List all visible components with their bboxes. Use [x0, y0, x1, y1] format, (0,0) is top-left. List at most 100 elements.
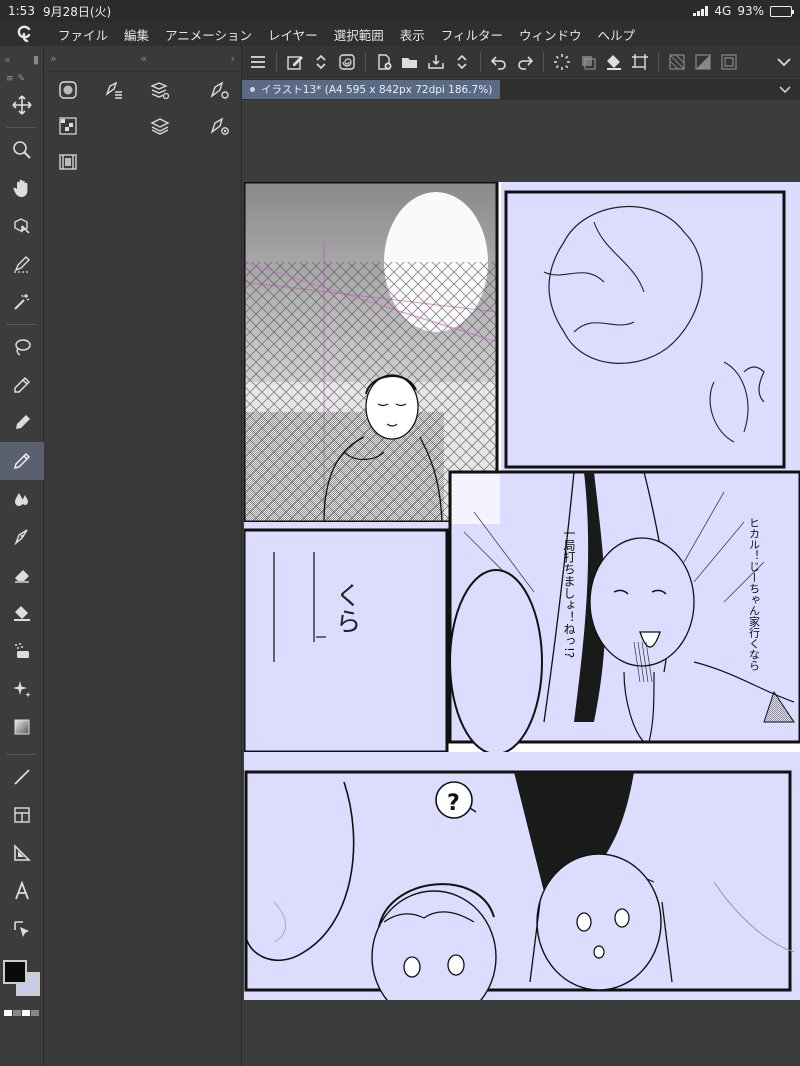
crop-button[interactable] — [628, 50, 652, 74]
undo-button[interactable] — [487, 50, 511, 74]
tool-blend[interactable] — [0, 480, 44, 518]
document-tab-bar: イラスト13* (A4 595 x 842px 72dpi 186.7%) — [242, 79, 800, 100]
edit-square-icon — [287, 56, 303, 70]
circle-layer-icon — [59, 81, 77, 99]
collapse-left-icon[interactable]: « — [140, 52, 147, 65]
status-bar: 1:53 9月28日(火) 4G 93% — [0, 0, 800, 22]
save-button[interactable] — [424, 50, 448, 74]
panel-5: ? — [244, 752, 800, 1000]
ruler-icon — [14, 844, 31, 861]
tool-hand[interactable] — [0, 169, 44, 207]
tool-lasso[interactable] — [0, 328, 44, 366]
canvas-area[interactable]: くら 一局打ちましょ！ねっ!? ヒカル！じーちゃん家行くなら ? — [242, 100, 800, 1066]
frame-icon — [721, 54, 737, 70]
main-color-swatch[interactable] — [3, 960, 27, 984]
app-logo-icon[interactable] — [0, 25, 50, 43]
tool-select-pen[interactable] — [0, 245, 44, 283]
speech-bubble-1: 一局打ちましょ！ねっ!? — [562, 527, 576, 658]
collapse-right-icon[interactable]: » — [50, 52, 57, 65]
tool-fill[interactable] — [0, 594, 44, 632]
toolbar-separator — [365, 52, 366, 72]
redo-icon — [518, 56, 534, 70]
tool-zoom[interactable] — [0, 131, 44, 169]
menu-view[interactable]: 表示 — [392, 25, 433, 44]
manga-page[interactable]: くら 一局打ちましょ！ねっ!? ヒカル！じーちゃん家行くなら ? — [244, 182, 800, 1000]
tool-eyedropper[interactable] — [0, 366, 44, 404]
subtool-concept-5[interactable] — [56, 114, 80, 138]
tool-palette: « ▮ ≡ ✎ — [0, 46, 44, 1066]
save-options-button[interactable] — [450, 50, 474, 74]
color-swatch-area — [0, 958, 43, 1010]
menu-help[interactable]: ヘルプ — [590, 25, 644, 44]
updown-button[interactable] — [309, 50, 333, 74]
fill-selection-button[interactable] — [602, 50, 626, 74]
pen-layer-icon — [105, 81, 122, 99]
toolbar-separator — [658, 52, 659, 72]
tool-operation[interactable] — [0, 910, 44, 948]
battery-icon — [770, 5, 794, 17]
menu-edit[interactable]: 編集 — [116, 25, 157, 44]
tool-eraser[interactable] — [0, 556, 44, 594]
toolbar-expand-button[interactable] — [772, 50, 796, 74]
clear-button[interactable] — [665, 50, 689, 74]
grip-icon[interactable]: ▮ — [33, 53, 39, 66]
grid-icon — [59, 117, 77, 135]
subtool-concept-3[interactable] — [148, 78, 172, 102]
menu-selection[interactable]: 選択範囲 — [326, 25, 392, 44]
subtool-concept-7[interactable] — [208, 114, 232, 138]
pen-target-icon — [210, 117, 229, 135]
grip-icon[interactable]: › — [231, 52, 235, 65]
zoom-icon — [13, 141, 31, 159]
network-label: 4G — [714, 4, 732, 18]
transparent-color-strip[interactable] — [0, 1010, 43, 1016]
subtool-concept-2[interactable] — [102, 78, 126, 102]
menu-window[interactable]: ウィンドウ — [511, 25, 590, 44]
subtool-concept-6[interactable] — [148, 114, 172, 138]
operation-icon — [14, 921, 29, 937]
transform-button[interactable] — [576, 50, 600, 74]
move-icon — [12, 95, 32, 115]
tool-gradient[interactable] — [0, 708, 44, 746]
menu-layer[interactable]: レイヤー — [260, 25, 326, 44]
hand-icon — [13, 179, 28, 197]
save-tray-icon — [428, 55, 444, 69]
chevron-down-icon[interactable] — [778, 85, 792, 95]
swirl-button[interactable] — [335, 50, 359, 74]
tool-line[interactable] — [0, 758, 44, 796]
subtool-concept-1[interactable] — [56, 78, 80, 102]
collapse-left-icon[interactable]: « — [4, 53, 11, 66]
subtool-concept-4[interactable] — [208, 78, 232, 102]
tool-ruler[interactable] — [0, 834, 44, 872]
deselect-button[interactable] — [717, 50, 741, 74]
invert-button[interactable] — [691, 50, 715, 74]
tool-magic-wand[interactable] — [0, 283, 44, 321]
sparkle-icon — [13, 681, 31, 698]
menu-file[interactable]: ファイル — [50, 25, 116, 44]
menu-animation[interactable]: アニメーション — [157, 25, 260, 44]
loading-button[interactable] — [550, 50, 574, 74]
tool-decoration[interactable] — [0, 670, 44, 708]
tool-airbrush-pen[interactable] — [0, 518, 44, 556]
status-time: 1:53 — [8, 4, 35, 18]
redo-button[interactable] — [513, 50, 537, 74]
palette-pen-icon[interactable]: ✎ — [18, 74, 26, 84]
tool-pencil[interactable] — [0, 442, 44, 480]
menu-filter[interactable]: フィルター — [433, 25, 511, 44]
text-icon — [15, 881, 29, 900]
tool-spray[interactable] — [0, 632, 44, 670]
document-tab[interactable]: イラスト13* (A4 595 x 842px 72dpi 186.7%) — [242, 80, 501, 99]
palette-menu-icon[interactable]: ≡ — [6, 74, 14, 84]
edit-button[interactable] — [283, 50, 307, 74]
tool-object[interactable] — [0, 207, 44, 245]
tool-move[interactable] — [0, 86, 44, 124]
menu-button[interactable] — [246, 50, 270, 74]
lasso-icon — [15, 339, 31, 356]
new-file-button[interactable] — [372, 50, 396, 74]
open-file-button[interactable] — [398, 50, 422, 74]
tool-pen[interactable] — [0, 404, 44, 442]
clear-hatch-icon — [669, 54, 685, 70]
tool-frame[interactable] — [0, 796, 44, 834]
subtool-concept-8[interactable] — [56, 150, 80, 174]
tool-text[interactable] — [0, 872, 44, 910]
select-pen-icon — [14, 256, 30, 273]
